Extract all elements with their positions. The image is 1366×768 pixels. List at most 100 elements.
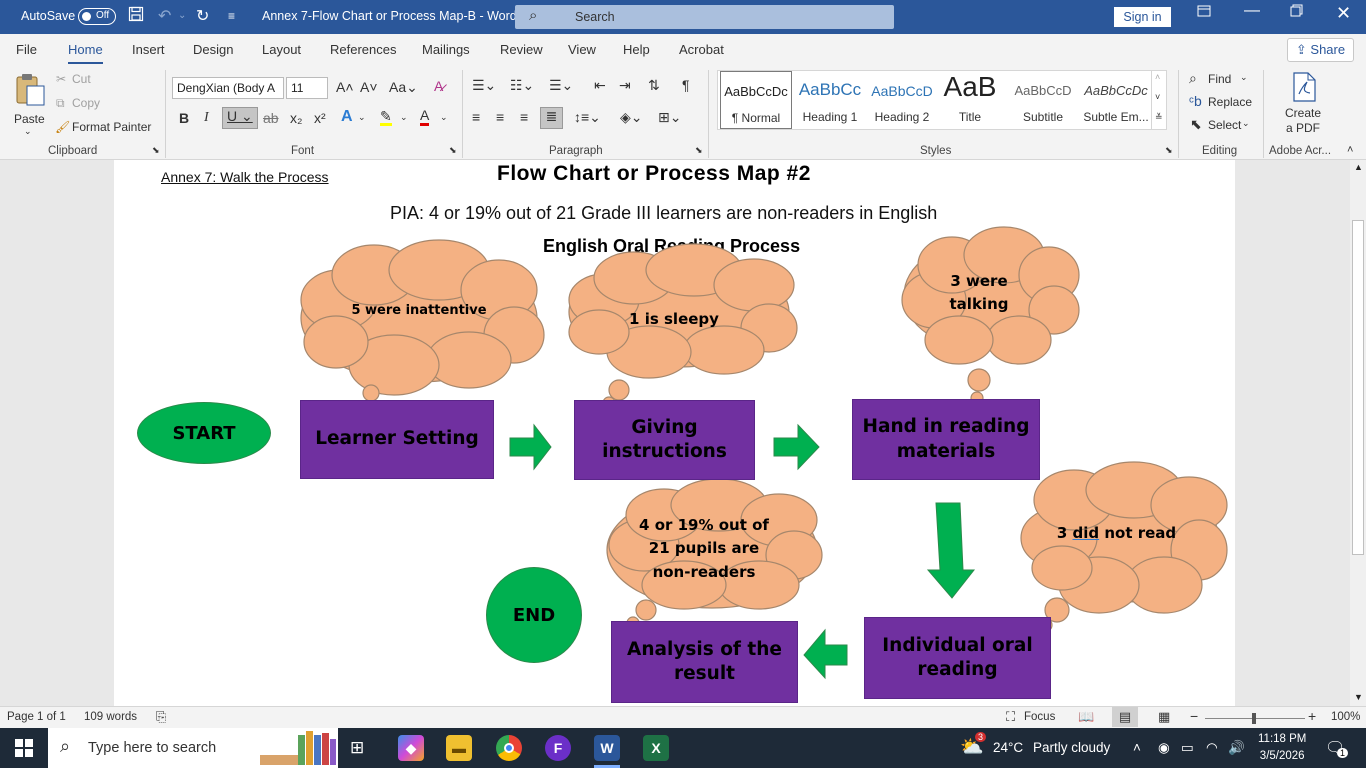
minimize-icon[interactable]: —: [1244, 2, 1260, 20]
proofing-icon[interactable]: ⎘: [156, 709, 166, 725]
focus-button[interactable]: Focus: [1024, 711, 1055, 723]
vertical-scrollbar[interactable]: ▲ ▼: [1350, 160, 1366, 706]
volume-icon[interactable]: 🔊: [1228, 740, 1245, 756]
clock[interactable]: 11:18 PM 3/5/2026: [1258, 731, 1306, 765]
word-icon[interactable]: W: [594, 735, 620, 761]
numbering-icon[interactable]: ☷⌄: [510, 77, 534, 94]
close-icon[interactable]: ✕: [1336, 3, 1351, 24]
redo-icon[interactable]: ↻: [196, 6, 209, 26]
grow-font-icon[interactable]: A˄: [336, 79, 354, 95]
styles-launcher-icon[interactable]: ⬊: [1165, 145, 1173, 156]
print-layout-icon[interactable]: ▤: [1112, 707, 1138, 727]
style-heading-2[interactable]: AaBbCcD Heading 2: [866, 71, 938, 129]
clipboard-launcher-icon[interactable]: ⬊: [152, 145, 160, 156]
box-learner-setting[interactable]: Learner Setting: [300, 400, 494, 479]
paragraph-launcher-icon[interactable]: ⬊: [695, 145, 703, 156]
styles-down-icon[interactable]: ˅: [1155, 92, 1160, 102]
bold-icon[interactable]: B: [179, 110, 189, 126]
tab-help[interactable]: Help: [623, 42, 650, 57]
clear-formatting-icon[interactable]: A̷: [434, 78, 443, 94]
text-effects-icon[interactable]: A: [341, 108, 353, 126]
style-subtle-emphasis[interactable]: AaBbCcDc Subtle Em...: [1080, 71, 1152, 129]
styles-more-icon[interactable]: ≚: [1155, 112, 1163, 123]
paste-button[interactable]: Paste ⌄: [10, 70, 48, 140]
save-icon[interactable]: [128, 6, 144, 27]
increase-indent-icon[interactable]: ⇥: [619, 77, 631, 94]
box-analysis-result[interactable]: Analysis of the result: [611, 621, 798, 703]
weather-temp[interactable]: 24°C: [993, 740, 1023, 755]
tab-home[interactable]: Home: [68, 42, 103, 65]
scroll-down-icon[interactable]: ▼: [1354, 692, 1363, 702]
collapse-ribbon-icon[interactable]: ˄: [1347, 144, 1353, 156]
font-size-field[interactable]: 11: [286, 77, 328, 99]
font-color-dropdown-icon[interactable]: ⌄: [440, 112, 448, 123]
tab-file[interactable]: File: [16, 42, 37, 57]
paste-dropdown-icon[interactable]: ⌄: [24, 126, 32, 137]
focus-icon[interactable]: ⛶: [1006, 709, 1015, 725]
box-giving-instructions[interactable]: Giving instructions: [574, 400, 755, 480]
excel-icon[interactable]: X: [643, 735, 669, 761]
styles-up-icon[interactable]: ˄: [1155, 72, 1160, 82]
shading-icon[interactable]: ◈⌄: [620, 109, 643, 126]
format-painter-button[interactable]: Format Painter: [72, 120, 151, 134]
bullets-icon[interactable]: ☰⌄: [472, 77, 496, 94]
tab-references[interactable]: References: [330, 42, 396, 57]
font-color-icon[interactable]: A: [420, 108, 430, 126]
scroll-up-icon[interactable]: ▲: [1354, 162, 1363, 172]
change-case-icon[interactable]: Aa⌄: [389, 79, 418, 96]
search-box[interactable]: ⌕ Search: [515, 5, 894, 29]
zoom-out-icon[interactable]: −: [1190, 708, 1198, 724]
shrink-font-icon[interactable]: A˅: [360, 79, 378, 95]
ribbon-display-icon[interactable]: [1197, 4, 1211, 23]
highlight-dropdown-icon[interactable]: ⌄: [400, 112, 408, 123]
taskbar-search[interactable]: ⌕ Type here to search: [48, 728, 338, 768]
tab-layout[interactable]: Layout: [262, 42, 301, 57]
app-f-icon[interactable]: F: [545, 735, 571, 761]
style-normal[interactable]: AaBbCcDc ¶ Normal: [720, 71, 792, 129]
decrease-indent-icon[interactable]: ⇤: [594, 77, 606, 94]
wifi-icon[interactable]: ◠: [1206, 740, 1218, 756]
cut-button[interactable]: Cut: [72, 72, 91, 86]
show-hidden-icons-icon[interactable]: ˄: [1133, 740, 1141, 755]
tab-review[interactable]: Review: [500, 42, 543, 57]
superscript-icon[interactable]: x²: [314, 110, 326, 126]
task-view-icon[interactable]: ⊞: [350, 738, 364, 758]
windows-start-icon[interactable]: [15, 739, 33, 760]
sign-in-button[interactable]: Sign in: [1114, 7, 1171, 27]
text-effects-dropdown-icon[interactable]: ⌄: [358, 112, 366, 123]
find-dropdown-icon[interactable]: ⌄: [1240, 72, 1248, 83]
subscript-icon[interactable]: x₂: [290, 110, 302, 126]
battery-icon[interactable]: ▭: [1181, 740, 1194, 756]
weather-desc[interactable]: Partly cloudy: [1033, 740, 1110, 755]
find-button[interactable]: Find: [1208, 72, 1231, 86]
select-dropdown-icon[interactable]: ⌄: [1242, 118, 1250, 129]
end-oval[interactable]: END: [486, 567, 582, 663]
restore-icon[interactable]: [1290, 4, 1303, 22]
create-pdf-button[interactable]: Create a PDF: [1280, 70, 1326, 140]
sort-icon[interactable]: ⇅: [648, 77, 660, 94]
tab-insert[interactable]: Insert: [132, 42, 165, 57]
show-formatting-icon[interactable]: ¶: [682, 77, 690, 93]
zoom-level[interactable]: 100%: [1331, 711, 1360, 723]
style-title[interactable]: AaB Title: [934, 71, 1006, 129]
style-heading-1[interactable]: AaBbCc Heading 1: [794, 71, 866, 129]
share-button[interactable]: ⇪ Share: [1287, 38, 1354, 62]
undo-icon[interactable]: ↶: [158, 6, 171, 26]
style-subtitle[interactable]: AaBbCcD Subtitle: [1007, 71, 1079, 129]
zoom-slider-thumb[interactable]: [1252, 713, 1256, 724]
tab-view[interactable]: View: [568, 42, 596, 57]
align-right-icon[interactable]: ≡: [520, 109, 528, 125]
zoom-in-icon[interactable]: +: [1308, 708, 1316, 724]
chrome-icon[interactable]: [496, 735, 522, 761]
autosave-toggle[interactable]: Off: [78, 8, 116, 25]
select-button[interactable]: Select: [1208, 118, 1241, 132]
italic-icon[interactable]: I: [204, 110, 209, 126]
align-center-icon[interactable]: ≡: [496, 109, 504, 125]
scroll-thumb[interactable]: [1352, 220, 1364, 555]
justify-icon[interactable]: ≣: [540, 107, 563, 129]
undo-dropdown-icon[interactable]: ⌄: [178, 10, 186, 21]
underline-icon[interactable]: U ⌄: [222, 107, 258, 129]
tab-design[interactable]: Design: [193, 42, 233, 57]
copy-button[interactable]: Copy: [72, 96, 100, 110]
tab-acrobat[interactable]: Acrobat: [679, 42, 724, 57]
